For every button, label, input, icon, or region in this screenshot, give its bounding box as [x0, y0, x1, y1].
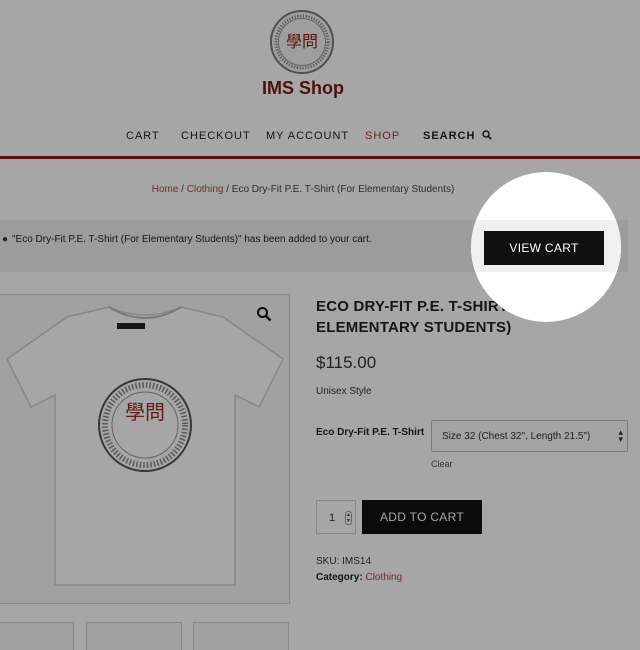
shop-title[interactable]: IMS Shop: [0, 78, 606, 99]
nav-shop[interactable]: SHOP: [365, 130, 400, 142]
thumbnail[interactable]: [193, 622, 289, 650]
quantity-value: 1: [329, 512, 336, 524]
quantity-input[interactable]: 1 ▲ ▼: [316, 500, 356, 534]
sku-value: IMS14: [342, 556, 372, 567]
quantity-stepper-icon[interactable]: ▲ ▼: [345, 511, 352, 525]
clear-link[interactable]: Clear: [431, 459, 453, 469]
magnifier-icon[interactable]: [256, 306, 274, 324]
page: 學問 IMS Shop CART CHECKOUT MY ACCOUNT SHO…: [0, 0, 640, 650]
main-nav: CART CHECKOUT MY ACCOUNT SHOP SEARCH: [0, 130, 640, 146]
thumbnail[interactable]: [0, 622, 74, 650]
product-price: $115.00: [316, 353, 377, 372]
breadcrumb-separator: /: [178, 184, 187, 195]
nav-search-label: SEARCH: [423, 130, 476, 142]
nav-search[interactable]: SEARCH: [423, 130, 492, 142]
breadcrumb-home[interactable]: Home: [152, 184, 179, 195]
product-image[interactable]: 學問: [0, 294, 290, 604]
nav-divider: [0, 156, 640, 159]
category-link[interactable]: Clothing: [365, 572, 402, 583]
sku-label: SKU:: [316, 556, 340, 567]
view-cart-button[interactable]: VIEW CART: [484, 231, 604, 265]
breadcrumb-current: Eco Dry-Fit P.E. T-Shirt (For Elementary…: [231, 184, 455, 195]
logo-glyph: 學問: [285, 32, 318, 51]
select-arrows-icon: ▴ ▾: [618, 427, 623, 444]
nav-cart[interactable]: CART: [126, 130, 160, 142]
nav-my-account[interactable]: MY ACCOUNT: [266, 130, 349, 142]
product-style-note: Unisex Style: [316, 386, 372, 397]
search-icon: [481, 130, 492, 140]
breadcrumb-separator: /: [223, 184, 232, 195]
school-logo[interactable]: 學問: [270, 10, 334, 74]
size-select-value: Size 32 (Chest 32", Length 21.5"): [442, 431, 591, 442]
nav-checkout[interactable]: CHECKOUT: [181, 130, 251, 142]
thumbnail[interactable]: [86, 622, 182, 650]
breadcrumb-category[interactable]: Clothing: [187, 184, 224, 195]
product-category: Category: Clothing: [316, 572, 402, 583]
size-select[interactable]: Size 32 (Chest 32", Length 21.5") ▴ ▾: [431, 420, 628, 452]
notice-bullet: ●: [2, 234, 9, 245]
tshirt-image: [6, 306, 284, 586]
add-to-cart-button[interactable]: ADD TO CART: [362, 500, 482, 534]
category-label: Category:: [316, 572, 363, 583]
notice-message: "Eco Dry-Fit P.E. T-Shirt (For Elementar…: [12, 234, 372, 245]
tshirt-print-glyph: 學問: [125, 400, 165, 424]
product-sku: SKU: IMS14: [316, 556, 371, 567]
variation-label: Eco Dry-Fit P.E. T-Shirt: [316, 427, 425, 438]
